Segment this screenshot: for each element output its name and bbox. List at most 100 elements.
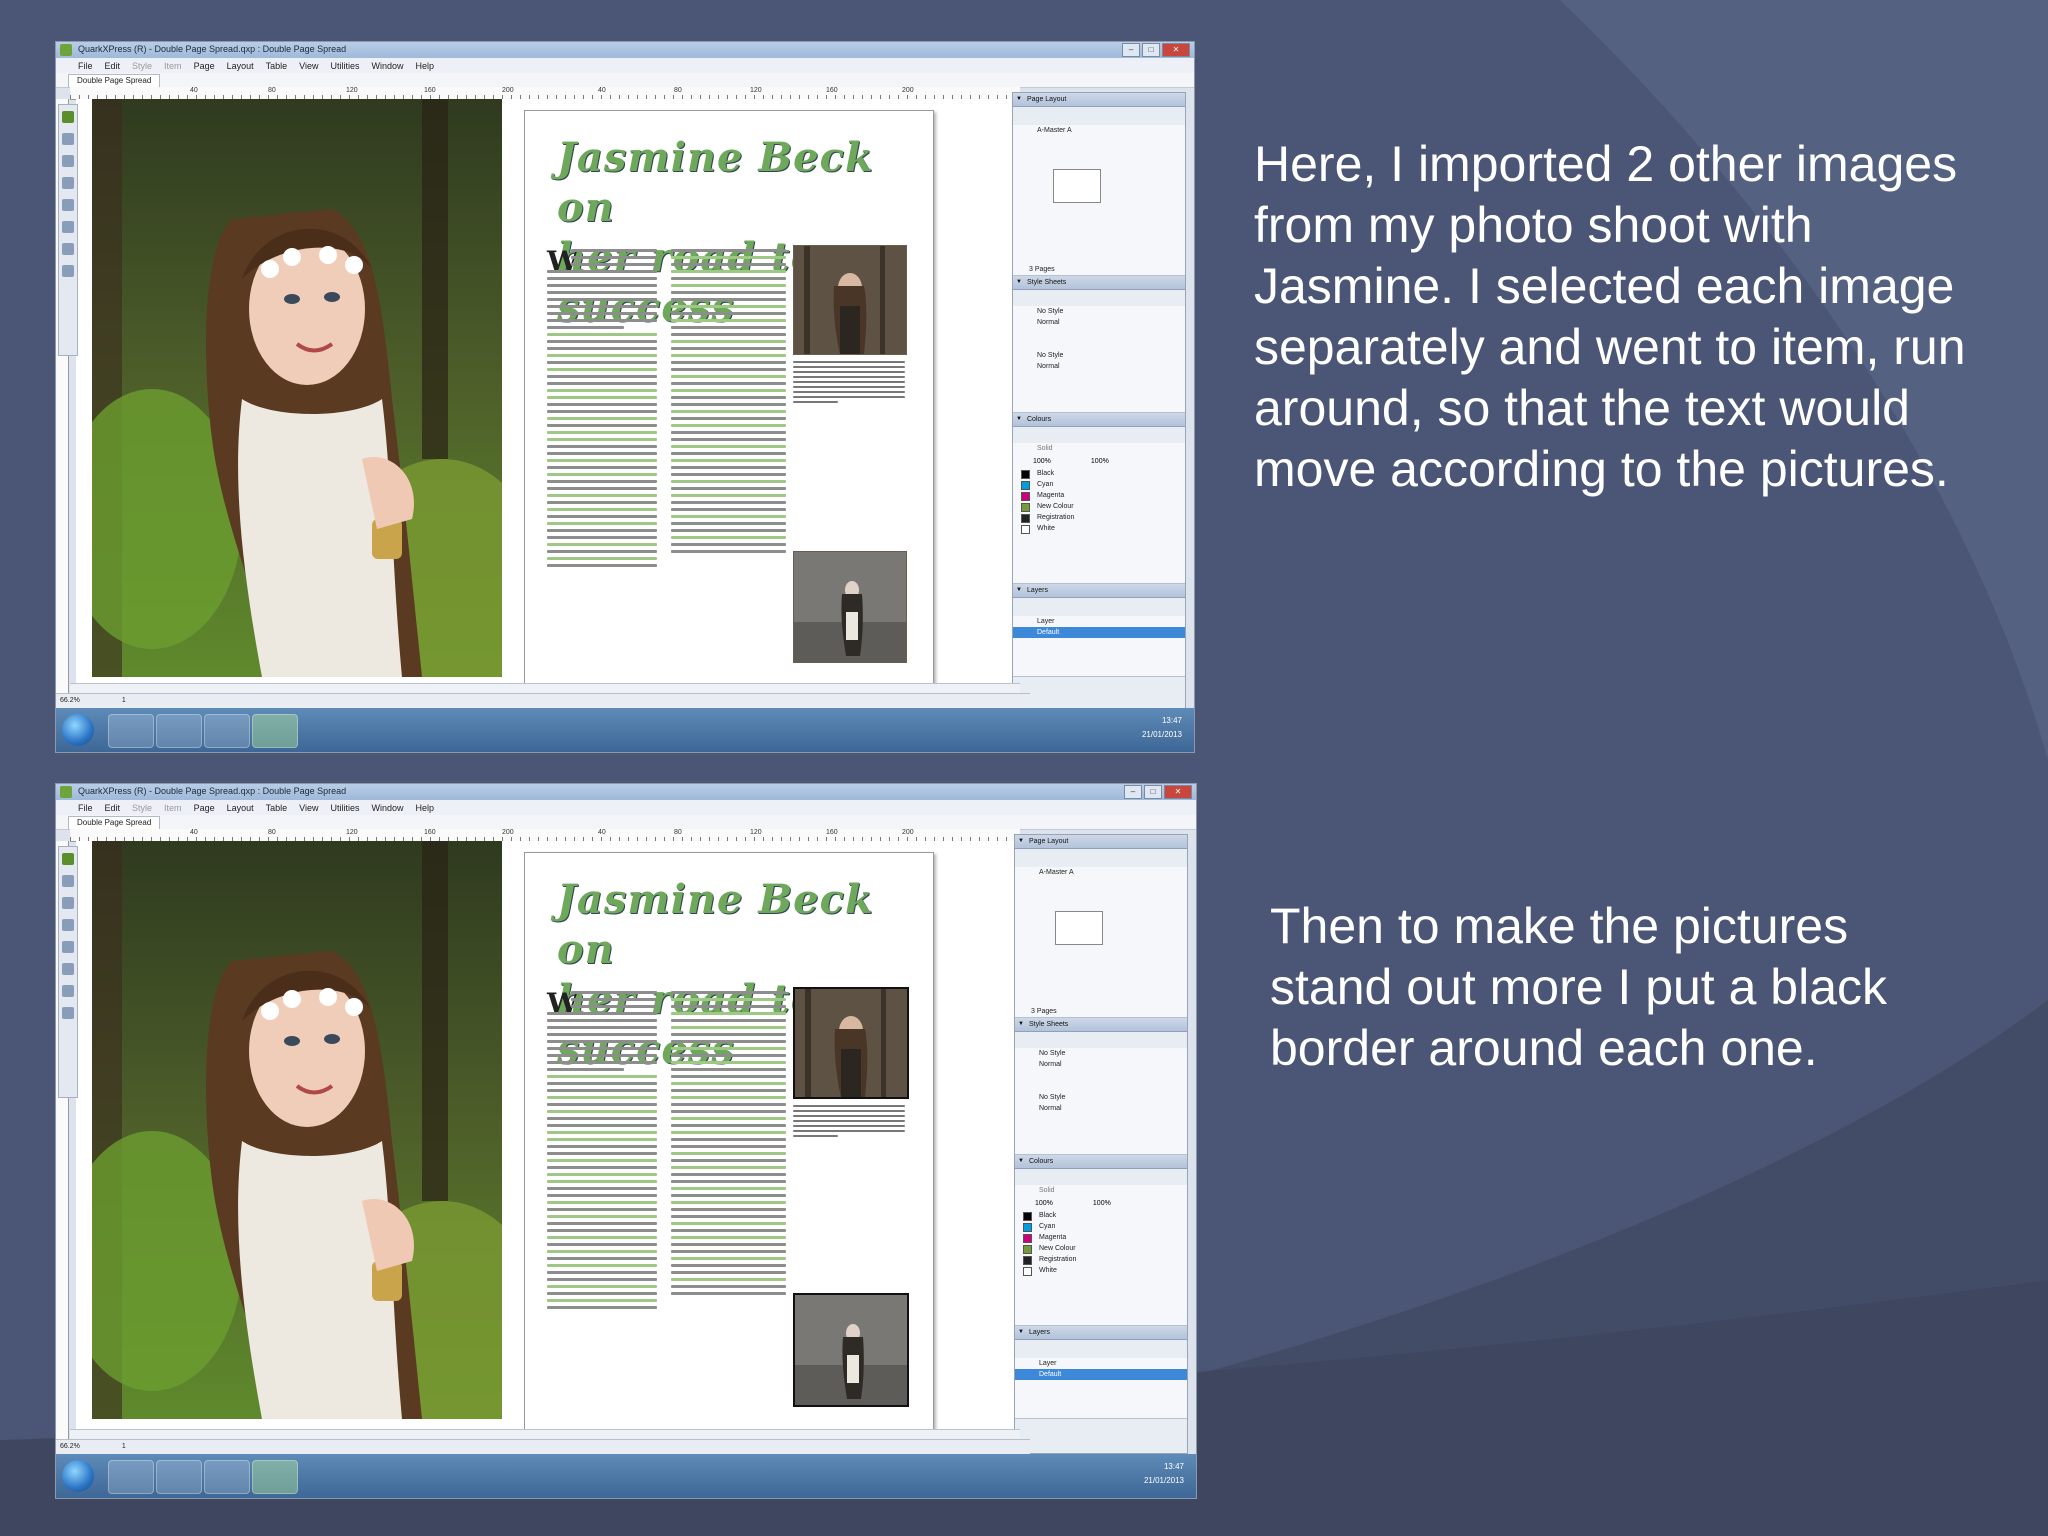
menu-edit[interactable]: Edit	[105, 803, 121, 813]
menu-style[interactable]: Style	[132, 803, 152, 813]
minimize-button[interactable]: –	[1122, 43, 1140, 57]
pen-tool-icon[interactable]	[62, 221, 74, 233]
char-style-no-style[interactable]: No Style	[1015, 1092, 1187, 1103]
menu-file[interactable]: File	[78, 61, 93, 71]
master-page-item[interactable]: A-Master A	[1013, 125, 1185, 136]
picture-content-tool-icon[interactable]	[62, 897, 74, 909]
menu-table[interactable]: Table	[266, 803, 288, 813]
text-column-1[interactable]	[547, 249, 657, 571]
box-tool-icon[interactable]	[62, 177, 74, 189]
colours-palette-header[interactable]: Colours	[1013, 413, 1185, 427]
taskbar-folder-icon[interactable]	[156, 714, 202, 748]
text-column-2[interactable]	[671, 249, 786, 557]
colours-palette-header[interactable]: Colours	[1015, 1155, 1187, 1169]
taskbar-ie-icon[interactable]	[108, 1460, 154, 1494]
style-normal[interactable]: Normal	[1013, 317, 1185, 328]
page-layout-palette-header[interactable]: Page Layout	[1015, 835, 1187, 849]
shade-value[interactable]: 100%	[1035, 1200, 1053, 1207]
char-style-normal[interactable]: Normal	[1015, 1103, 1187, 1114]
taskbar-quark-icon[interactable]	[252, 714, 298, 748]
text-content-tool-icon[interactable]	[62, 875, 74, 887]
menu-utilities[interactable]: Utilities	[331, 61, 360, 71]
char-style-no-style[interactable]: No Style	[1013, 350, 1185, 361]
page-layout-palette-header[interactable]: Page Layout	[1013, 93, 1185, 107]
menu-item[interactable]: Item	[164, 803, 182, 813]
fill-type-select[interactable]: Solid	[1015, 1185, 1187, 1196]
menu-window[interactable]: Window	[372, 61, 404, 71]
close-button[interactable]: ✕	[1162, 43, 1190, 57]
move-tool-icon[interactable]	[62, 111, 74, 123]
inset-photo-forest[interactable]	[793, 245, 907, 355]
taskbar-media-icon[interactable]	[204, 714, 250, 748]
layer-default-row[interactable]: Default	[1015, 1369, 1187, 1380]
layers-palette-header[interactable]: Layers	[1013, 584, 1185, 598]
style-no-style[interactable]: No Style	[1015, 1048, 1187, 1059]
menu-table[interactable]: Table	[266, 61, 288, 71]
style-sheets-palette-header[interactable]: Style Sheets	[1015, 1018, 1187, 1032]
taskbar-media-icon[interactable]	[204, 1460, 250, 1494]
minimize-button[interactable]: –	[1124, 785, 1142, 799]
zoom-tool-icon[interactable]	[62, 265, 74, 277]
text-column-1[interactable]	[547, 991, 657, 1313]
move-tool-icon[interactable]	[62, 853, 74, 865]
menu-view[interactable]: View	[299, 803, 318, 813]
menu-window[interactable]: Window	[372, 803, 404, 813]
style-no-style[interactable]: No Style	[1013, 306, 1185, 317]
cover-photo-jasmine[interactable]	[92, 99, 502, 677]
page-number-field[interactable]: 1	[122, 697, 126, 704]
inset-photo-standing[interactable]	[793, 551, 907, 663]
table-tool-icon[interactable]	[62, 243, 74, 255]
menu-item[interactable]: Item	[164, 61, 182, 71]
maximize-button[interactable]: □	[1144, 785, 1162, 799]
text-column-2[interactable]	[671, 991, 786, 1299]
style-sheets-palette-header[interactable]: Style Sheets	[1013, 276, 1185, 290]
text-content-tool-icon[interactable]	[62, 133, 74, 145]
opacity-value[interactable]: 100%	[1093, 1200, 1111, 1207]
menu-edit[interactable]: Edit	[105, 61, 121, 71]
line-tool-icon[interactable]	[62, 941, 74, 953]
article-page[interactable]: Jasmine Beck on her road to success W	[524, 110, 934, 690]
inset-caption-1[interactable]	[793, 361, 905, 406]
zoom-tool-icon[interactable]	[62, 1007, 74, 1019]
master-page-item[interactable]: A-Master A	[1015, 867, 1187, 878]
char-style-normal[interactable]: Normal	[1013, 361, 1185, 372]
menu-layout[interactable]: Layout	[227, 61, 254, 71]
layer-default-row[interactable]: Default	[1013, 627, 1185, 638]
page-thumbnail[interactable]	[1053, 169, 1101, 203]
style-normal[interactable]: Normal	[1015, 1059, 1187, 1070]
menu-style[interactable]: Style	[132, 61, 152, 71]
taskbar-ie-icon[interactable]	[108, 714, 154, 748]
opacity-value[interactable]: 100%	[1091, 458, 1109, 465]
layout-tab[interactable]: Double Page Spread	[68, 74, 161, 87]
menu-page[interactable]: Page	[194, 61, 215, 71]
taskbar-quark-icon[interactable]	[252, 1460, 298, 1494]
close-button[interactable]: ✕	[1164, 785, 1192, 799]
layers-palette-header[interactable]: Layers	[1015, 1326, 1187, 1340]
menu-layout[interactable]: Layout	[227, 803, 254, 813]
taskbar-folder-icon[interactable]	[156, 1460, 202, 1494]
menu-file[interactable]: File	[78, 803, 93, 813]
article-page[interactable]: Jasmine Beck on her road to success W	[524, 852, 934, 1432]
table-tool-icon[interactable]	[62, 985, 74, 997]
line-tool-icon[interactable]	[62, 199, 74, 211]
picture-content-tool-icon[interactable]	[62, 155, 74, 167]
zoom-field[interactable]: 66.2%	[60, 697, 80, 704]
start-button-icon[interactable]	[62, 1460, 94, 1492]
start-button-icon[interactable]	[62, 714, 94, 746]
menu-help[interactable]: Help	[416, 61, 435, 71]
menu-view[interactable]: View	[299, 61, 318, 71]
fill-type-select[interactable]: Solid	[1013, 443, 1185, 454]
inset-photo-standing-bordered[interactable]	[793, 1293, 909, 1407]
zoom-field[interactable]: 66.2%	[60, 1443, 80, 1450]
menu-help[interactable]: Help	[416, 803, 435, 813]
inset-caption-1[interactable]	[793, 1105, 905, 1140]
shade-value[interactable]: 100%	[1033, 458, 1051, 465]
cover-photo-jasmine[interactable]	[92, 841, 502, 1419]
page-thumbnail[interactable]	[1055, 911, 1103, 945]
box-tool-icon[interactable]	[62, 919, 74, 931]
page-number-field[interactable]: 1	[122, 1443, 126, 1450]
inset-photo-forest-bordered[interactable]	[793, 987, 909, 1099]
menu-utilities[interactable]: Utilities	[331, 803, 360, 813]
menu-page[interactable]: Page	[194, 803, 215, 813]
pen-tool-icon[interactable]	[62, 963, 74, 975]
